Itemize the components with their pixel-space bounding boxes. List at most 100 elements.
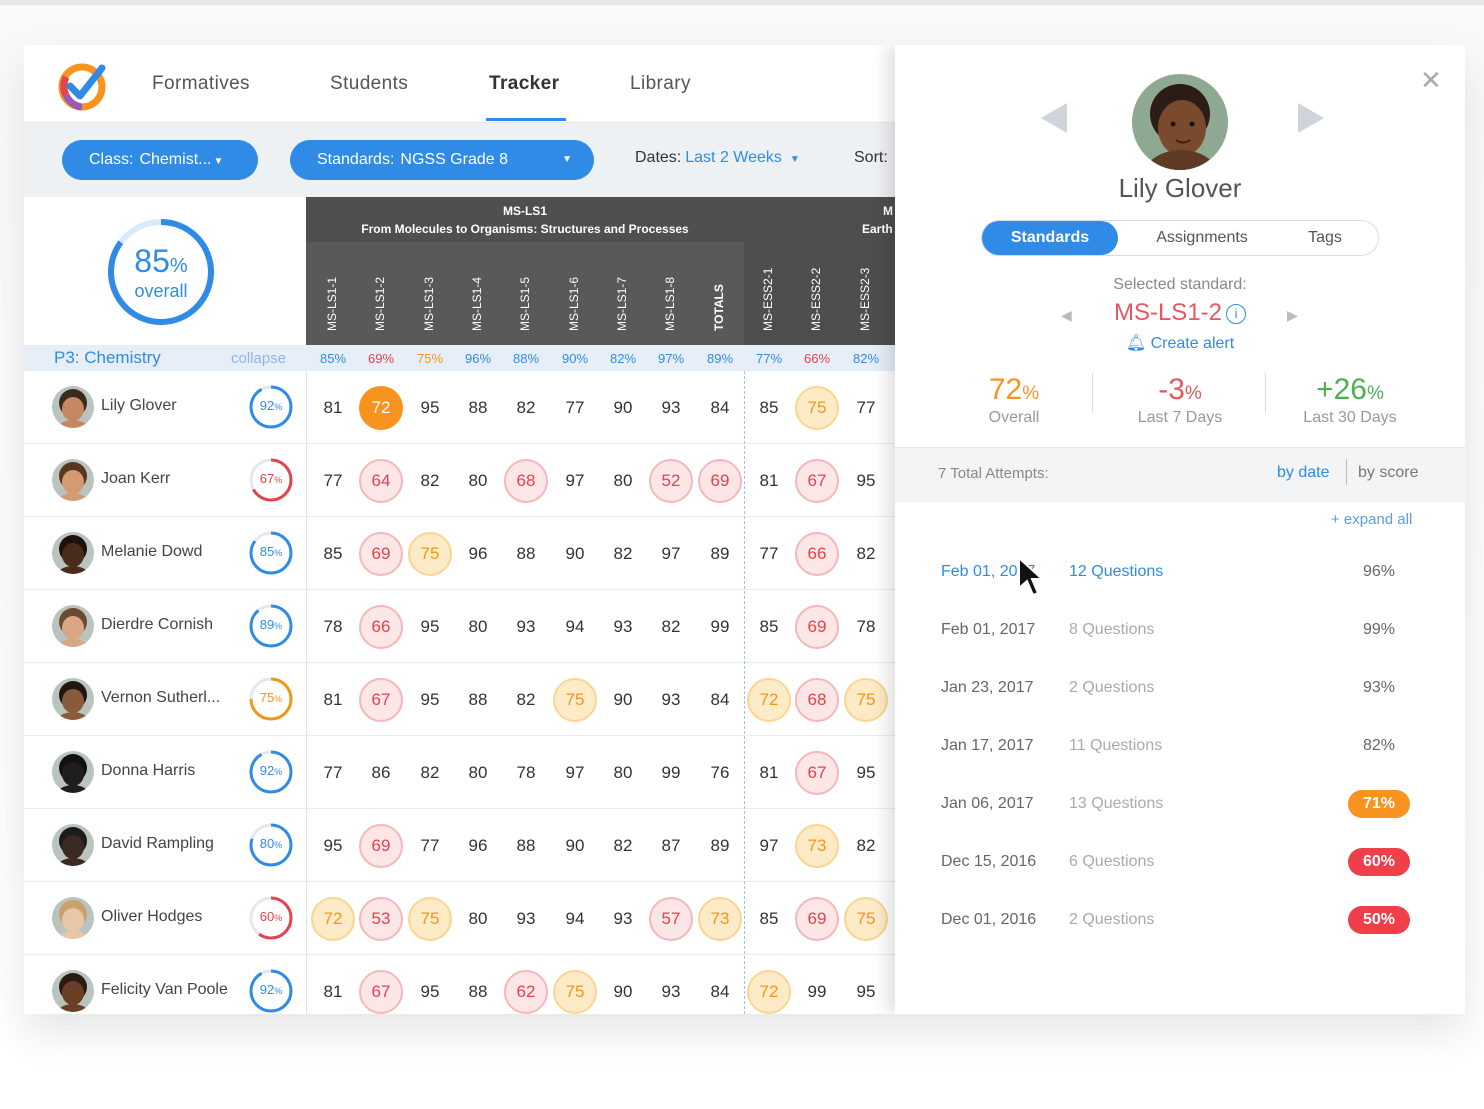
create-alert-link[interactable]: 🔔︎ Create alert [895, 333, 1465, 353]
score-cell[interactable]: 94 [553, 605, 597, 649]
tab-standards[interactable]: Standards [982, 221, 1118, 255]
score-cell[interactable]: 84 [698, 678, 742, 722]
score-cell[interactable]: 81 [311, 386, 355, 430]
nav-students[interactable]: Students [330, 73, 408, 95]
column-header-ms-ls1-2[interactable]: MS-LS1-2 [373, 277, 387, 331]
attempt-row[interactable]: Jan 06, 2017 13 Questions 71% [895, 790, 1465, 825]
score-cell[interactable]: 93 [504, 897, 548, 941]
score-cell[interactable]: 97 [553, 751, 597, 795]
score-cell[interactable]: 95 [311, 824, 355, 868]
attempt-questions-link[interactable]: 8 Questions [1069, 621, 1154, 639]
score-cell[interactable]: 75 [844, 897, 888, 941]
score-cell[interactable]: 52 [649, 459, 693, 503]
score-cell[interactable]: 75 [553, 970, 597, 1014]
column-header-totals[interactable]: TOTALS [712, 284, 726, 331]
score-cell[interactable]: 75 [795, 386, 839, 430]
score-cell[interactable]: 81 [311, 970, 355, 1014]
score-cell[interactable]: 89 [698, 532, 742, 576]
score-cell[interactable]: 82 [408, 459, 452, 503]
nav-library[interactable]: Library [630, 73, 691, 95]
standards-dropdown[interactable]: Standards: NGSS Grade 8 ▼ [290, 140, 594, 180]
score-cell[interactable]: 85 [747, 386, 791, 430]
sort-label[interactable]: Sort: [854, 149, 888, 167]
score-cell[interactable]: 96 [456, 824, 500, 868]
score-cell[interactable]: 72 [747, 970, 791, 1014]
score-cell[interactable]: 93 [649, 970, 693, 1014]
score-cell[interactable]: 90 [553, 824, 597, 868]
attempt-questions-link[interactable]: 6 Questions [1069, 853, 1154, 871]
score-cell[interactable]: 66 [359, 605, 403, 649]
score-cell[interactable]: 97 [553, 459, 597, 503]
score-cell[interactable]: 94 [553, 897, 597, 941]
next-standard-arrow-icon[interactable]: ▶ [1287, 307, 1298, 324]
student-name[interactable]: Lily Glover [101, 397, 177, 415]
score-cell[interactable]: 77 [553, 386, 597, 430]
score-cell[interactable]: 93 [601, 897, 645, 941]
score-cell[interactable]: 99 [698, 605, 742, 649]
score-cell[interactable]: 90 [601, 678, 645, 722]
score-cell[interactable]: 77 [311, 751, 355, 795]
attempt-row[interactable]: Feb 01, 2017 12 Questions 96% [895, 563, 1465, 593]
score-cell[interactable]: 81 [747, 751, 791, 795]
score-cell[interactable]: 80 [456, 897, 500, 941]
attempt-row[interactable]: Dec 01, 2016 2 Questions 50% [895, 906, 1465, 941]
score-cell[interactable]: 97 [747, 824, 791, 868]
score-cell[interactable]: 82 [844, 824, 888, 868]
score-cell[interactable]: 77 [844, 386, 888, 430]
score-cell[interactable]: 82 [844, 532, 888, 576]
sort-by-date[interactable]: by date [1277, 464, 1329, 482]
score-cell[interactable]: 67 [795, 459, 839, 503]
score-cell[interactable]: 93 [649, 386, 693, 430]
score-cell[interactable]: 82 [601, 532, 645, 576]
column-header-ms-ls1-6[interactable]: MS-LS1-6 [567, 277, 581, 331]
column-header-ms-ess2-1[interactable]: MS-ESS2-1 [761, 268, 775, 331]
sort-by-score[interactable]: by score [1358, 464, 1418, 482]
score-cell[interactable]: 95 [408, 386, 452, 430]
score-cell[interactable]: 72 [747, 678, 791, 722]
score-cell[interactable]: 69 [795, 605, 839, 649]
expand-all-link[interactable]: + expand all [1331, 511, 1412, 528]
score-cell[interactable]: 72 [359, 386, 403, 430]
score-cell[interactable]: 88 [504, 532, 548, 576]
score-cell[interactable]: 95 [844, 751, 888, 795]
score-cell[interactable]: 95 [408, 605, 452, 649]
score-cell[interactable]: 82 [504, 386, 548, 430]
score-cell[interactable]: 68 [504, 459, 548, 503]
student-name[interactable]: Donna Harris [101, 762, 195, 780]
score-cell[interactable]: 80 [601, 751, 645, 795]
score-cell[interactable]: 82 [601, 824, 645, 868]
score-cell[interactable]: 69 [698, 459, 742, 503]
score-cell[interactable]: 66 [795, 532, 839, 576]
dates-filter[interactable]: Dates: Last 2 Weeks ▼ [635, 149, 800, 167]
nav-formatives[interactable]: Formatives [152, 73, 250, 95]
score-cell[interactable]: 75 [844, 678, 888, 722]
score-cell[interactable]: 93 [601, 605, 645, 649]
score-cell[interactable]: 57 [649, 897, 693, 941]
score-cell[interactable]: 67 [795, 751, 839, 795]
score-cell[interactable]: 84 [698, 386, 742, 430]
score-cell[interactable]: 80 [456, 751, 500, 795]
score-cell[interactable]: 86 [359, 751, 403, 795]
score-cell[interactable]: 90 [553, 532, 597, 576]
column-header-ms-ls1-5[interactable]: MS-LS1-5 [518, 277, 532, 331]
tab-tags[interactable]: Tags [1282, 221, 1368, 255]
score-cell[interactable]: 88 [456, 678, 500, 722]
score-cell[interactable]: 69 [359, 824, 403, 868]
score-cell[interactable]: 62 [504, 970, 548, 1014]
score-cell[interactable]: 82 [649, 605, 693, 649]
score-cell[interactable]: 67 [359, 678, 403, 722]
score-cell[interactable]: 93 [649, 678, 693, 722]
score-cell[interactable]: 99 [649, 751, 693, 795]
nav-tracker[interactable]: Tracker [489, 73, 559, 95]
student-name[interactable]: Oliver Hodges [101, 908, 202, 926]
class-name[interactable]: P3: Chemistry [54, 348, 161, 368]
info-icon[interactable]: i [1226, 303, 1247, 324]
student-name[interactable]: Joan Kerr [101, 470, 170, 488]
score-cell[interactable]: 88 [456, 386, 500, 430]
attempt-questions-link[interactable]: 2 Questions [1069, 911, 1154, 929]
score-cell[interactable]: 85 [747, 605, 791, 649]
next-student-arrow-icon[interactable] [1298, 103, 1324, 133]
score-cell[interactable]: 95 [844, 459, 888, 503]
score-cell[interactable]: 95 [844, 970, 888, 1014]
column-header-ms-ess2-2[interactable]: MS-ESS2-2 [809, 268, 823, 331]
